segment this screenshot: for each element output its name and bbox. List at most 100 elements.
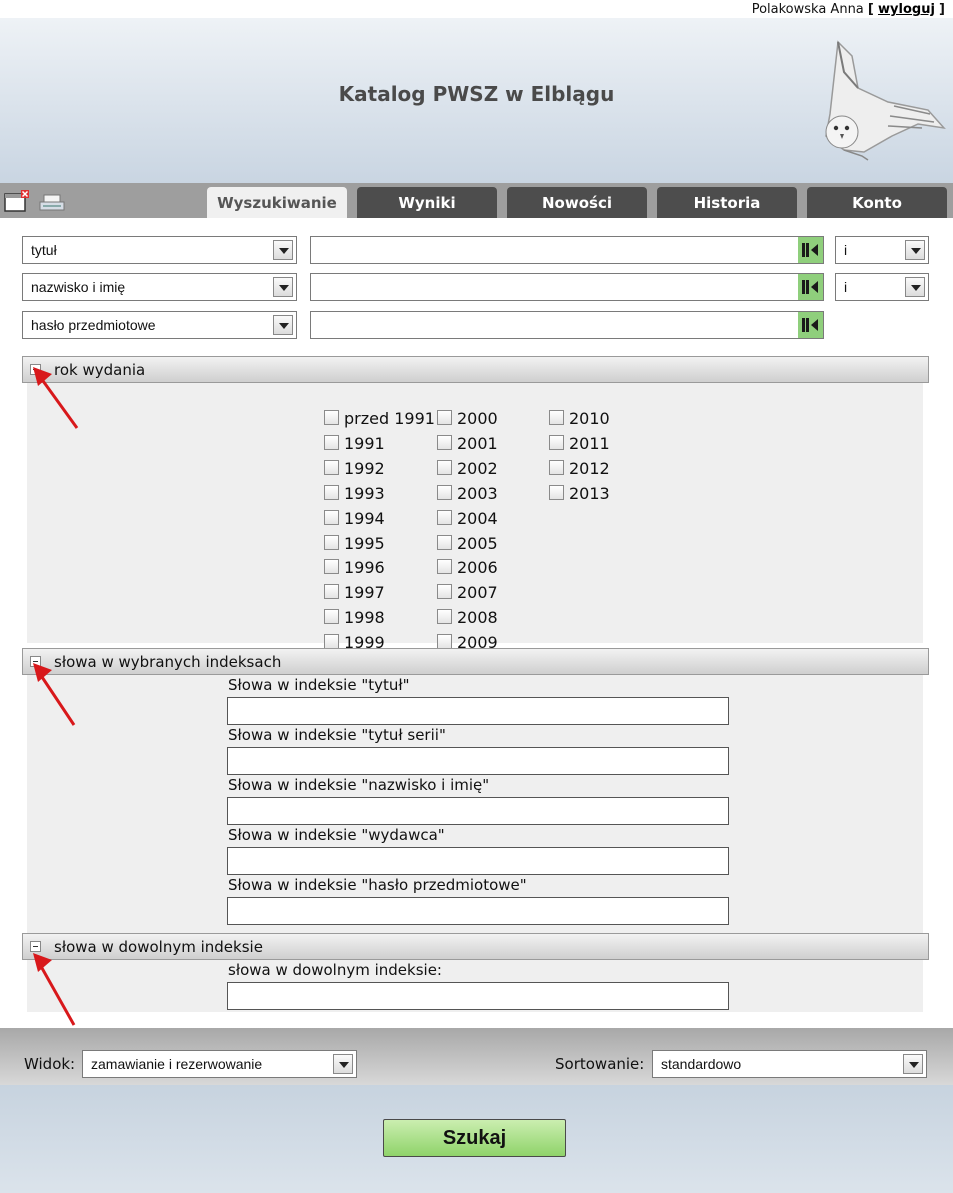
index-field-input[interactable] (227, 897, 729, 925)
year-checkbox[interactable]: 1995 (324, 534, 385, 554)
checkbox-icon[interactable] (437, 634, 452, 650)
section-any-index[interactable]: słowa w dowolnym indeksie (22, 933, 929, 960)
year-checkbox[interactable]: przed 1991 (324, 409, 435, 429)
view-select[interactable]: zamawianie i rezerwowanie (82, 1050, 357, 1078)
header-banner: Katalog PWSZ w Elblągu (0, 18, 953, 183)
search-panel: tytuł i nazwisko i imię i hasło przedmio… (0, 218, 953, 1028)
operator-select-1[interactable]: i (835, 236, 929, 264)
checkbox-icon[interactable] (324, 534, 339, 550)
section-index[interactable]: słowa w wybranych indeksach (22, 648, 929, 675)
tab-nowosci[interactable]: Nowości (507, 187, 647, 218)
year-checkbox[interactable]: 2013 (549, 484, 610, 504)
chevron-down-icon[interactable] (903, 1054, 923, 1074)
any-index-input[interactable] (227, 982, 729, 1010)
keyboard-icon[interactable] (798, 237, 823, 263)
checkbox-icon[interactable] (437, 484, 452, 500)
year-checkbox[interactable]: 1993 (324, 484, 385, 504)
field-select-1[interactable]: tytuł (22, 236, 297, 264)
year-label: 2008 (457, 608, 498, 628)
checkbox-icon[interactable] (324, 410, 339, 425)
search-input-3[interactable] (310, 311, 824, 339)
tab-historia[interactable]: Historia (657, 187, 797, 218)
chevron-down-icon[interactable] (905, 240, 925, 260)
year-label: 2007 (457, 583, 498, 603)
tab-konto[interactable]: Konto (807, 187, 947, 218)
keyboard-icon[interactable] (798, 274, 823, 300)
chevron-down-icon[interactable] (333, 1054, 353, 1074)
year-checkbox[interactable]: 2005 (437, 534, 498, 554)
index-field-input[interactable] (227, 847, 729, 875)
year-checkbox[interactable]: 2010 (549, 409, 610, 429)
checkbox-icon[interactable] (549, 434, 564, 450)
checkbox-icon[interactable] (549, 484, 564, 500)
year-checkbox[interactable]: 2003 (437, 484, 498, 504)
year-label: 2005 (457, 533, 498, 553)
view-select-value: zamawianie i rezerwowanie (91, 1056, 263, 1072)
checkbox-icon[interactable] (437, 559, 452, 575)
year-label: przed 1991 (344, 409, 435, 428)
year-checkbox[interactable]: 2012 (549, 459, 610, 479)
checkbox-icon[interactable] (437, 534, 452, 550)
bracket-close: ] (939, 2, 945, 17)
chevron-down-icon[interactable] (905, 277, 925, 297)
year-label: 2002 (457, 458, 498, 478)
chevron-down-icon[interactable] (273, 240, 293, 260)
year-checkbox[interactable]: 2008 (437, 608, 498, 628)
index-field-input[interactable] (227, 697, 729, 725)
year-checkbox[interactable]: 1992 (324, 459, 385, 479)
checkbox-icon[interactable] (437, 509, 452, 525)
search-button[interactable]: Szukaj (383, 1119, 566, 1157)
checkbox-icon[interactable] (324, 459, 339, 475)
checkbox-icon[interactable] (437, 609, 452, 625)
sort-select[interactable]: standardowo (652, 1050, 927, 1078)
checkbox-icon[interactable] (324, 484, 339, 500)
operator-select-2[interactable]: i (835, 273, 929, 301)
checkbox-icon[interactable] (549, 410, 564, 425)
chevron-down-icon[interactable] (273, 315, 293, 335)
footer: Szukaj (0, 1085, 953, 1193)
year-label: 1997 (344, 583, 385, 603)
year-checkbox[interactable]: 2001 (437, 434, 498, 454)
checkbox-icon[interactable] (324, 559, 339, 575)
tab-wyszukiwanie[interactable]: Wyszukiwanie (207, 187, 347, 218)
year-checkbox[interactable]: 1996 (324, 558, 385, 578)
checkbox-icon[interactable] (437, 459, 452, 475)
search-input-1[interactable] (310, 236, 824, 264)
year-label: 2012 (569, 458, 610, 478)
index-field-input[interactable] (227, 797, 729, 825)
checkbox-icon[interactable] (324, 584, 339, 600)
index-field-label: Słowa w indeksie "nazwisko i imię" (228, 776, 490, 794)
field-select-3[interactable]: hasło przedmiotowe (22, 311, 297, 339)
new-window-icon[interactable] (4, 189, 30, 213)
year-checkbox[interactable]: 2006 (437, 558, 498, 578)
year-checkbox[interactable]: 2002 (437, 459, 498, 479)
year-label: 2001 (457, 433, 498, 453)
year-checkbox[interactable]: 1991 (324, 434, 385, 454)
print-icon[interactable] (38, 193, 66, 213)
checkbox-icon[interactable] (437, 434, 452, 450)
checkbox-icon[interactable] (324, 434, 339, 450)
checkbox-icon[interactable] (437, 584, 452, 600)
checkbox-icon[interactable] (324, 609, 339, 625)
field-select-2[interactable]: nazwisko i imię (22, 273, 297, 301)
section-year[interactable]: rok wydania (22, 356, 929, 383)
year-checkbox[interactable]: 1998 (324, 608, 385, 628)
checkbox-icon[interactable] (437, 410, 452, 425)
keyboard-icon[interactable] (798, 312, 823, 338)
year-checkbox[interactable]: 1994 (324, 509, 385, 529)
checkbox-icon[interactable] (549, 459, 564, 475)
year-checkbox[interactable]: 2007 (437, 583, 498, 603)
checkbox-icon[interactable] (324, 634, 339, 650)
user-bar: Polakowska Anna [ wyloguj ] (0, 0, 953, 18)
year-checkbox[interactable]: 2000 (437, 409, 498, 429)
year-checkbox[interactable]: 2004 (437, 509, 498, 529)
chevron-down-icon[interactable] (273, 277, 293, 297)
year-checkbox[interactable]: 2011 (549, 434, 610, 454)
year-checkbox[interactable]: 1997 (324, 583, 385, 603)
tab-wyniki[interactable]: Wyniki (357, 187, 497, 218)
view-label: Widok: (24, 1055, 76, 1073)
logout-link[interactable]: wyloguj (878, 2, 935, 17)
index-field-input[interactable] (227, 747, 729, 775)
checkbox-icon[interactable] (324, 509, 339, 525)
search-input-2[interactable] (310, 273, 824, 301)
